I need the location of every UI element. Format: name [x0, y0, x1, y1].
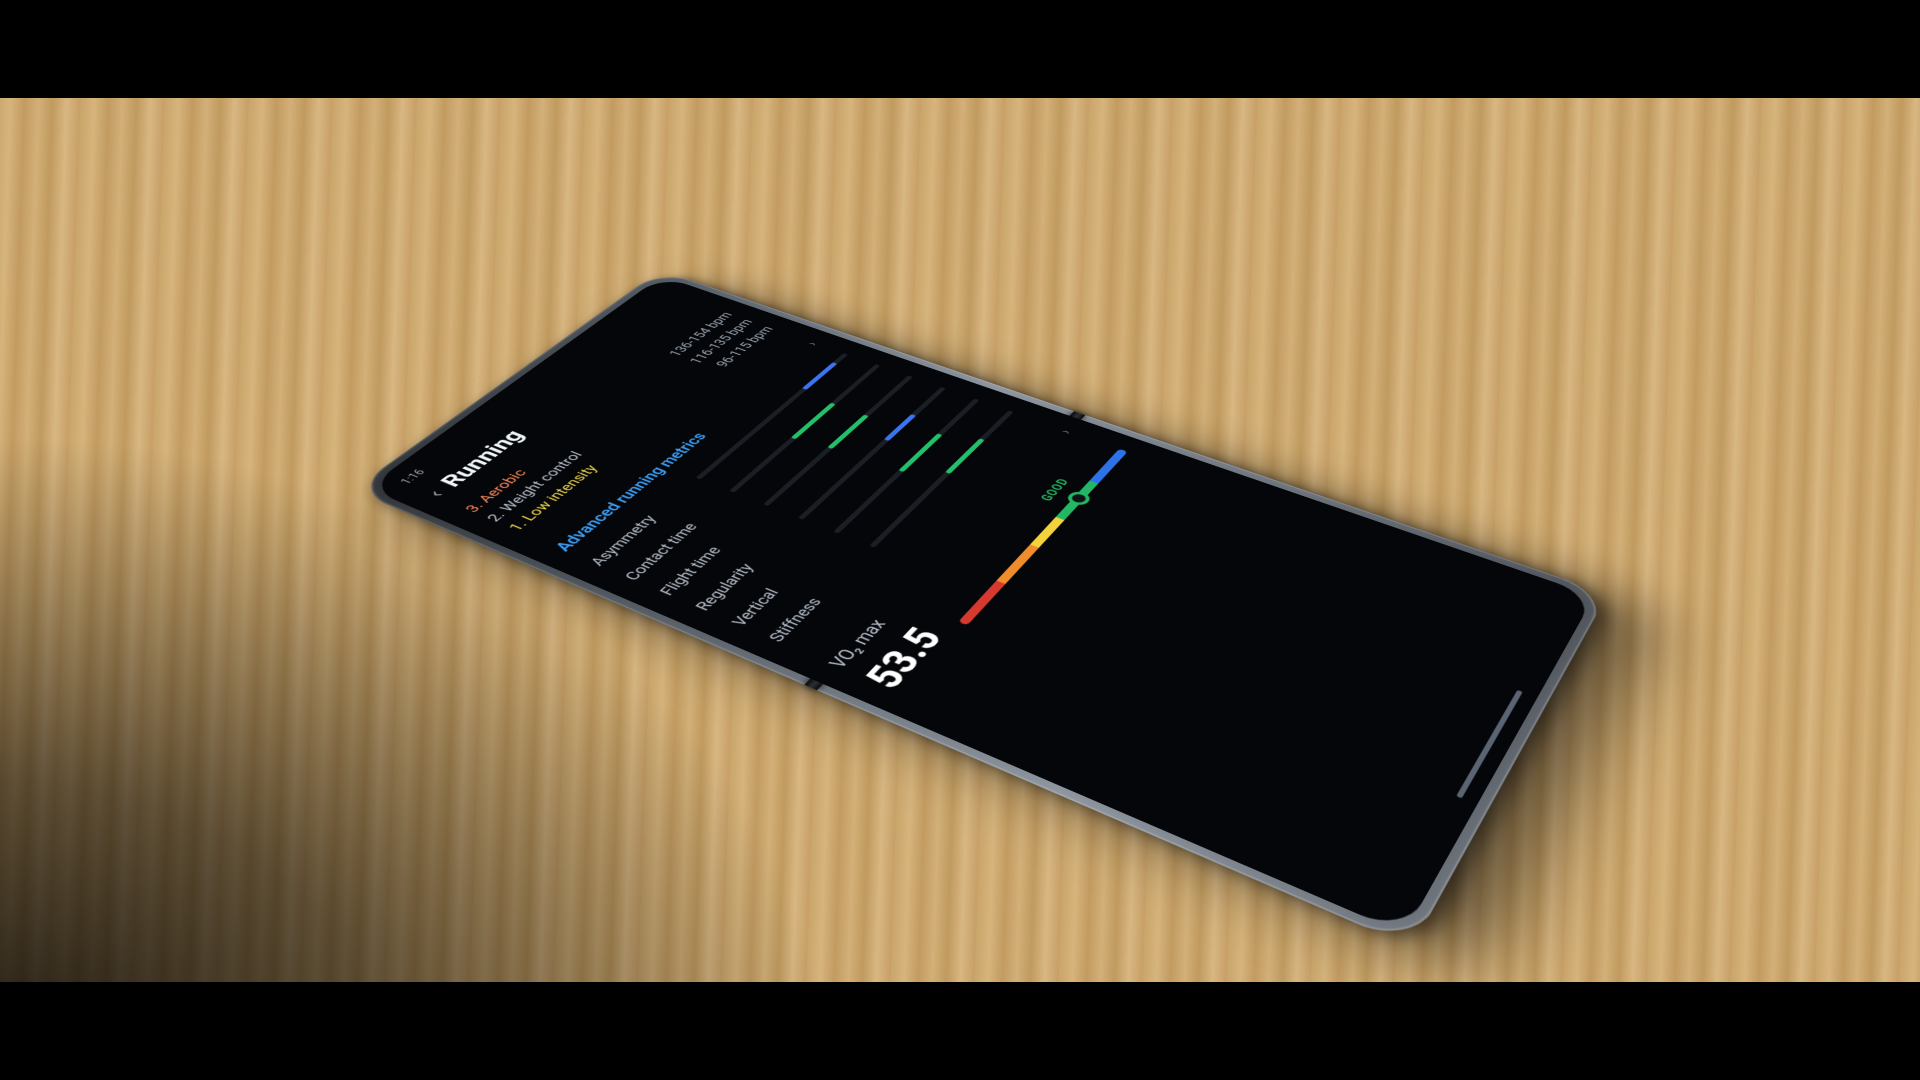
phone-frame: 1:16 ‹ Running 3. Aerobic 136-154 bpm 2.…: [353, 270, 1609, 948]
status-time: 1:16: [399, 468, 428, 486]
chevron-right-icon: ›: [803, 340, 821, 347]
gesture-bar[interactable]: [1456, 690, 1523, 799]
vo2max-scale: GOOD: [958, 449, 1128, 626]
metric-vertical-label: Vertical: [728, 539, 834, 629]
vo2max-marker: [1064, 489, 1093, 507]
back-icon[interactable]: ‹: [423, 488, 447, 500]
chevron-right-icon: ›: [1055, 427, 1075, 435]
phone-screen: 1:16 ‹ Running 3. Aerobic 136-154 bpm 2.…: [367, 276, 1595, 934]
